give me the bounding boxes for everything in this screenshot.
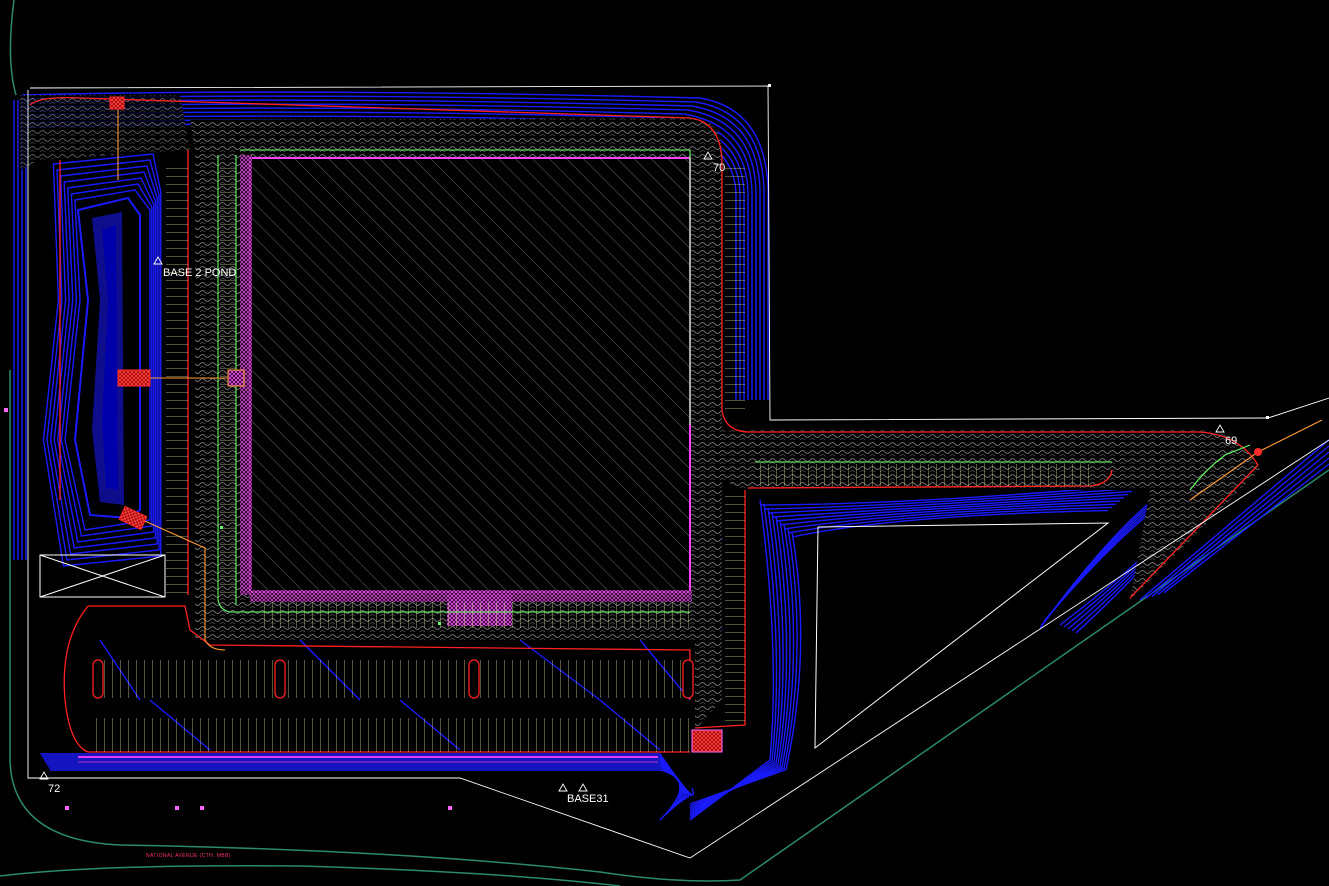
detention-pond bbox=[73, 196, 141, 520]
contour-line bbox=[48, 767, 682, 817]
site-plan-drawing[interactable]: BASE 2 POND 70 69 72 BASE31 NATIONAL AVE… bbox=[0, 0, 1329, 886]
label-base31: BASE31 bbox=[567, 793, 609, 805]
building-footprint bbox=[240, 155, 692, 626]
label-point-70: 70 bbox=[713, 162, 725, 174]
label-point-72: 72 bbox=[48, 783, 60, 795]
outparcel-triangle bbox=[814, 522, 1110, 750]
label-base-2-pond: BASE 2 POND bbox=[163, 267, 236, 279]
contour-line bbox=[47, 765, 683, 813]
label-point-69: 69 bbox=[1225, 435, 1237, 447]
label-street-name: NATIONAL AVENUE (CTH. MBB) bbox=[146, 853, 231, 859]
